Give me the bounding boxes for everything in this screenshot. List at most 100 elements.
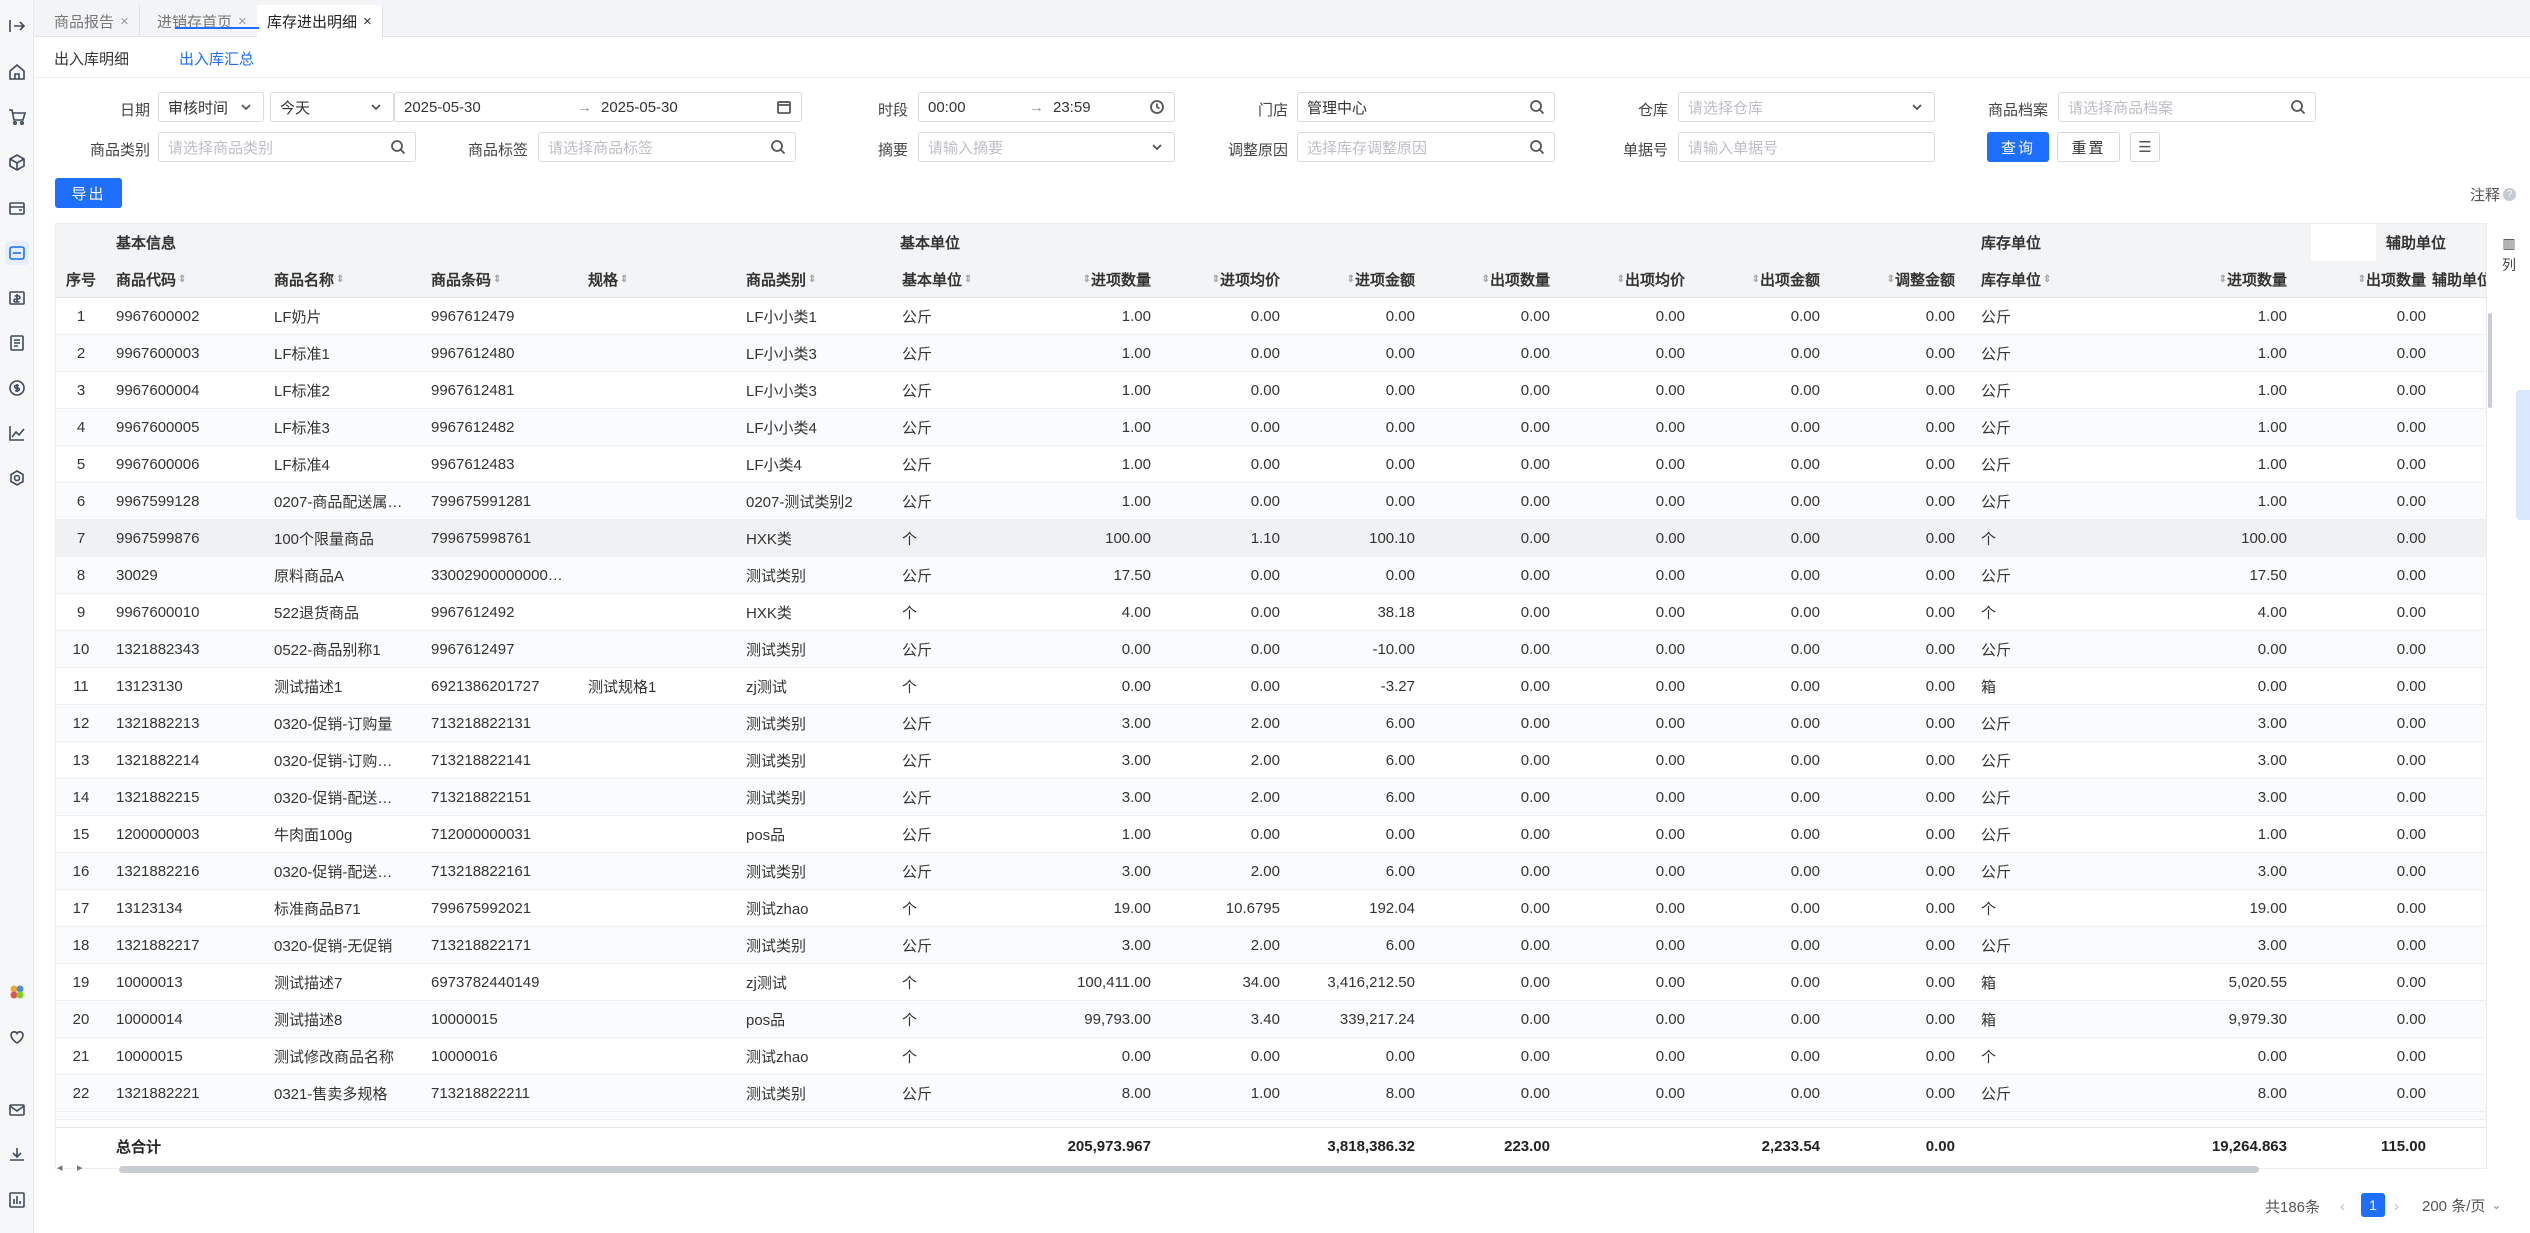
note-link[interactable]: 注释? [2470,184,2516,205]
settings-icon[interactable] [5,466,29,490]
scroll-track-thumb[interactable] [119,1166,2259,1173]
column-header-out-amount[interactable]: ⇕ 出项金额 [1691,261,1820,298]
column-header-unit[interactable]: 基本单位 ⇕ [902,261,1002,298]
table-row[interactable]: 13 1321882214 0320-促销-订购… 713218822141 测试类别 公… [56,742,2486,779]
filter-settings-button[interactable]: ☰ [2130,132,2160,162]
page-tab-active[interactable]: 库存进出明细 × [257,5,383,37]
page-tab[interactable]: 商品报告 × [44,5,140,37]
box-icon[interactable] [5,150,29,174]
table-row[interactable]: 20 10000014 测试描述8 10000015 pos品 个 99,793.00 3.4… [56,1001,2486,1038]
date-range-picker[interactable]: 2025-05-30 → 2025-05-30 [394,92,802,122]
column-header-in-amount[interactable]: ⇕ 进项金额 [1286,261,1415,298]
column-header-out-avg[interactable]: ⇕ 出项均价 [1556,261,1685,298]
reset-button[interactable]: 重置 [2057,132,2120,162]
inventory-icon[interactable] [5,241,29,265]
summary-select[interactable]: 请输入摘要 [918,132,1175,162]
sort-icon[interactable]: ⇕ [2043,274,2051,285]
page-size-select[interactable]: 200 条/页 ⌄ [2416,1191,2524,1219]
scroll-left-icon[interactable]: ◂ [57,1161,63,1174]
table-row[interactable]: 15 1200000003 牛肉面100g 712000000031 pos品 公斤 1.0… [56,816,2486,853]
vertical-scrollbar[interactable] [2486,298,2494,1158]
search-icon[interactable] [2290,99,2306,115]
table-row[interactable]: 21 10000015 测试修改商品名称 10000016 测试zhao 个 0.00 0.0… [56,1038,2486,1075]
next-page-icon[interactable]: › [2394,1193,2399,1219]
search-icon[interactable] [1529,139,1545,155]
table-row[interactable]: 7 9967599876 100个限量商品 799675998761 HXK类 个 100.… [56,520,2486,557]
download-icon[interactable] [5,1143,29,1167]
column-header-barcode[interactable]: 商品条码 ⇕ [431,261,581,298]
chart-icon[interactable] [5,421,29,445]
column-header-in-avg[interactable]: ⇕ 进项均价 [1156,261,1280,298]
finance-icon[interactable] [5,286,29,310]
column-header-name[interactable]: 商品名称 ⇕ [274,261,424,298]
report-icon[interactable] [5,1188,29,1212]
table-row[interactable]: 22 1321882221 0321-售卖多规格 713218822211 测试类别 公斤… [56,1075,2486,1112]
horizontal-scrollbar[interactable]: ◂ ▸ [55,1161,2487,1177]
table-row[interactable]: 1 9967600002 LF奶片 9967612479 LF小小类1 公斤 1.00 0.0… [56,298,2486,335]
page-number-current[interactable]: 1 [2361,1193,2385,1217]
scroll-right-icon[interactable]: ▸ [77,1161,83,1174]
document-icon[interactable] [5,331,29,355]
column-header-stock-unit[interactable]: 库存单位 ⇕ [1981,261,2081,298]
sort-icon[interactable]: ⇕ [1482,274,1490,285]
search-icon[interactable] [1529,99,1545,115]
sort-icon[interactable]: ⇕ [620,274,628,285]
table-row[interactable]: 4 9967600005 LF标准3 9967612482 LF小小类4 公斤 1.00 0.… [56,409,2486,446]
sort-icon[interactable]: ⇕ [178,274,186,285]
column-header-stock-in-qty[interactable]: ⇕ 进项数量 [2106,261,2287,298]
heart-icon[interactable] [5,1025,29,1049]
sort-icon[interactable]: ⇕ [808,274,816,285]
sort-icon[interactable]: ⇕ [336,274,344,285]
close-icon[interactable]: × [120,13,129,30]
table-row[interactable]: 11 13123130 测试描述1 6921386201727 测试规格1 zj测试 个 0.… [56,668,2486,705]
column-header-spec[interactable]: 规格 ⇕ [588,261,728,298]
prev-page-icon[interactable]: ‹ [2340,1193,2345,1219]
sort-icon[interactable]: ⇕ [2219,274,2227,285]
store-input[interactable]: 管理中心 [1297,92,1555,122]
wallet-icon[interactable] [5,196,29,220]
sort-icon[interactable]: ⇕ [1212,274,1220,285]
column-header-adjust-amount[interactable]: ⇕ 调整金额 [1826,261,1955,298]
table-row[interactable]: 5 9967600006 LF标准4 9967612483 LF小类4 公斤 1.00 0.0… [56,446,2486,483]
table-row[interactable]: 10 1321882343 0522-商品别称1 9967612497 测试类别 公斤 0.… [56,631,2486,668]
dollar-icon[interactable] [5,376,29,400]
table-row[interactable]: 6 9967599128 0207-商品配送属… 799675991281 0207-测… [56,483,2486,520]
column-header-out-qty[interactable]: ⇕ 出项数量 [1421,261,1550,298]
table-row[interactable]: 8 30029 原料商品A 33002900000000… 测试类别 公斤 17.50 0.0… [56,557,2486,594]
home-icon[interactable] [5,60,29,84]
table-row[interactable]: 16 1321882216 0320-促销-配送… 713218822161 测试类别 公… [56,853,2486,890]
query-button[interactable]: 查询 [1987,132,2049,162]
side-drawer-handle[interactable] [2516,390,2530,520]
apps-icon[interactable] [5,980,29,1004]
cart-icon[interactable] [5,105,29,129]
search-icon[interactable] [770,139,786,155]
table-row[interactable]: 19 10000013 测试描述7 6973782440149 zj测试 个 100,411… [56,964,2486,1001]
table-row[interactable]: 12 1321882213 0320-促销-订购量 713218822131 测试类别 公… [56,705,2486,742]
collapse-icon[interactable] [5,14,29,38]
mail-icon[interactable] [5,1098,29,1122]
sort-icon[interactable]: ⇕ [1347,274,1355,285]
sort-icon[interactable]: ⇕ [1083,274,1091,285]
scroll-thumb[interactable] [2488,313,2492,408]
column-header-category[interactable]: 商品类别 ⇕ [746,261,886,298]
category-input[interactable]: 请选择商品类别 [158,132,416,162]
sort-icon[interactable]: ⇕ [1617,274,1625,285]
tab-inout-detail[interactable]: 出入库明细 [54,48,129,69]
column-header-in-qty[interactable]: ⇕ 进项数量 [1026,261,1151,298]
reason-input[interactable]: 选择库存调整原因 [1297,132,1555,162]
sort-icon[interactable]: ⇕ [1752,274,1760,285]
table-row[interactable]: 9 9967600010 522退货商品 9967612492 HXK类 个 4.00 0.0… [56,594,2486,631]
table-row[interactable]: 2 9967600003 LF标准1 9967612480 LF小小类3 公斤 1.00 0.… [56,335,2486,372]
table-row[interactable] [56,1112,2486,1120]
sort-icon[interactable]: ⇕ [1887,274,1895,285]
docno-input[interactable]: 请输入单据号 [1678,132,1935,162]
date-type-select[interactable]: 审核时间 [158,92,264,122]
column-header-code[interactable]: 商品代码 ⇕ [116,261,266,298]
table-row[interactable]: 18 1321882217 0320-促销-无促销 713218822171 测试类别 公… [56,927,2486,964]
sort-icon[interactable]: ⇕ [2358,274,2366,285]
search-icon[interactable] [390,139,406,155]
time-range-picker[interactable]: 00:00 → 23:59 [918,92,1175,122]
sort-icon[interactable]: ⇕ [493,274,501,285]
column-header-stock-out-qty[interactable]: ⇕ 出项数量 [2292,261,2426,298]
date-range-select[interactable]: 今天 [270,92,394,122]
